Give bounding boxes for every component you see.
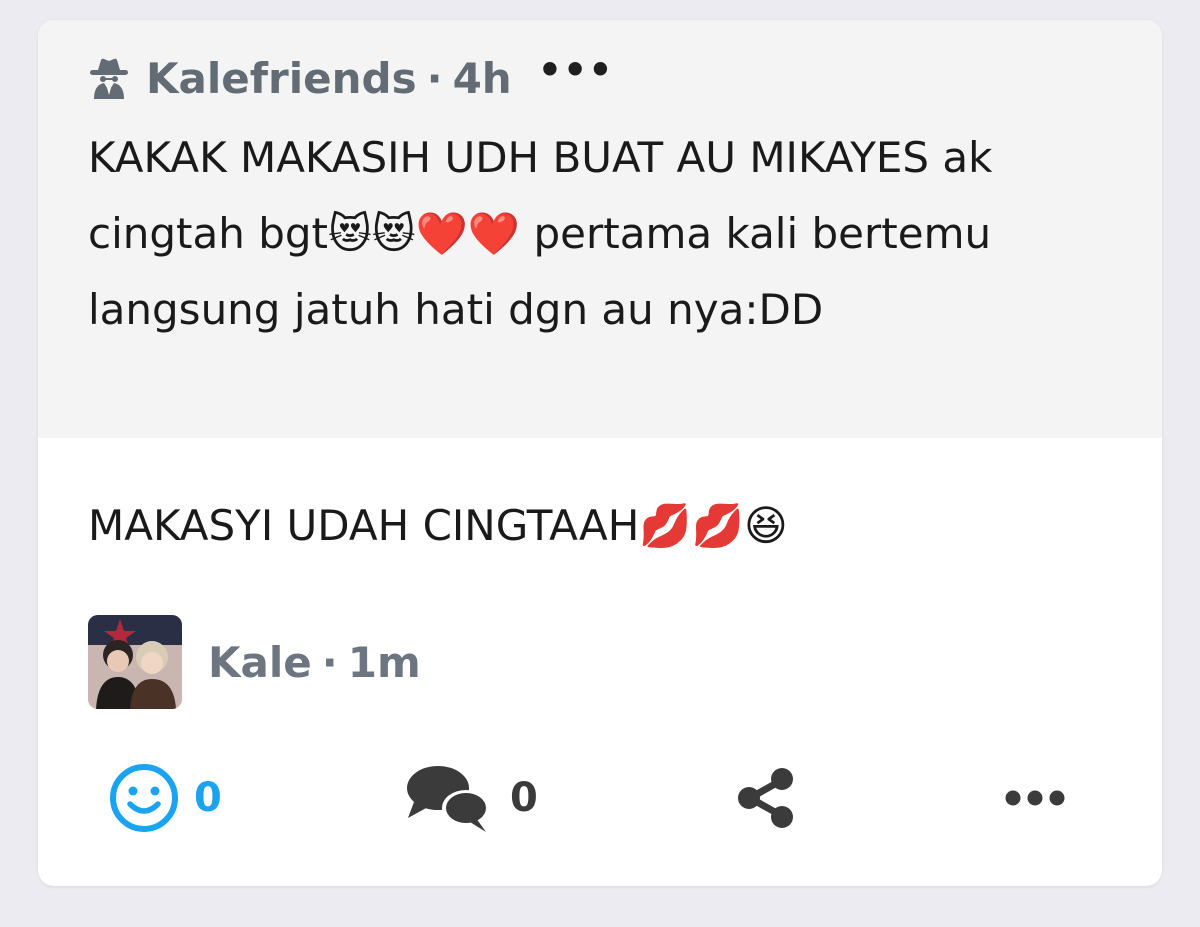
meta-separator: ·: [426, 53, 443, 103]
comment-button[interactable]: 0: [404, 750, 538, 846]
post-author[interactable]: Kale · 1m: [88, 614, 421, 710]
comment-count: 0: [510, 775, 538, 821]
avatar-image: [88, 615, 182, 709]
post-text: MAKASYI UDAH CINGTAAH💋💋😆: [88, 501, 788, 550]
share-button[interactable]: [736, 750, 798, 846]
share-icon: [738, 768, 793, 828]
quoted-author-name[interactable]: Kalefriends: [146, 54, 417, 103]
action-bar: 0 0: [38, 750, 1162, 846]
author-name[interactable]: Kale: [208, 638, 312, 687]
post-time: 1m: [347, 637, 421, 687]
avatar[interactable]: [88, 615, 182, 709]
more-options-button[interactable]: [1004, 750, 1066, 846]
quoted-post-text: KAKAK MAKASIH UDH BUAT AU MIKAYES ak cin…: [88, 133, 1006, 334]
quoted-post-time: 4h: [452, 53, 512, 103]
react-button[interactable]: 0: [108, 750, 222, 846]
quoted-post-header: Kalefriends · 4h •••: [86, 48, 614, 106]
quoted-more-button[interactable]: •••: [538, 48, 614, 92]
quoted-post[interactable]: Kalefriends · 4h ••• KAKAK MAKASIH UDH B…: [38, 20, 1162, 438]
react-count: 0: [194, 775, 222, 821]
comments-icon: [407, 766, 490, 832]
smiley-icon: [110, 764, 178, 832]
more-horizontal-icon: [1005, 790, 1065, 806]
post-card: Kalefriends · 4h ••• KAKAK MAKASIH UDH B…: [38, 20, 1162, 886]
meta-separator: ·: [321, 637, 338, 687]
incognito-spy-icon: [90, 58, 128, 99]
